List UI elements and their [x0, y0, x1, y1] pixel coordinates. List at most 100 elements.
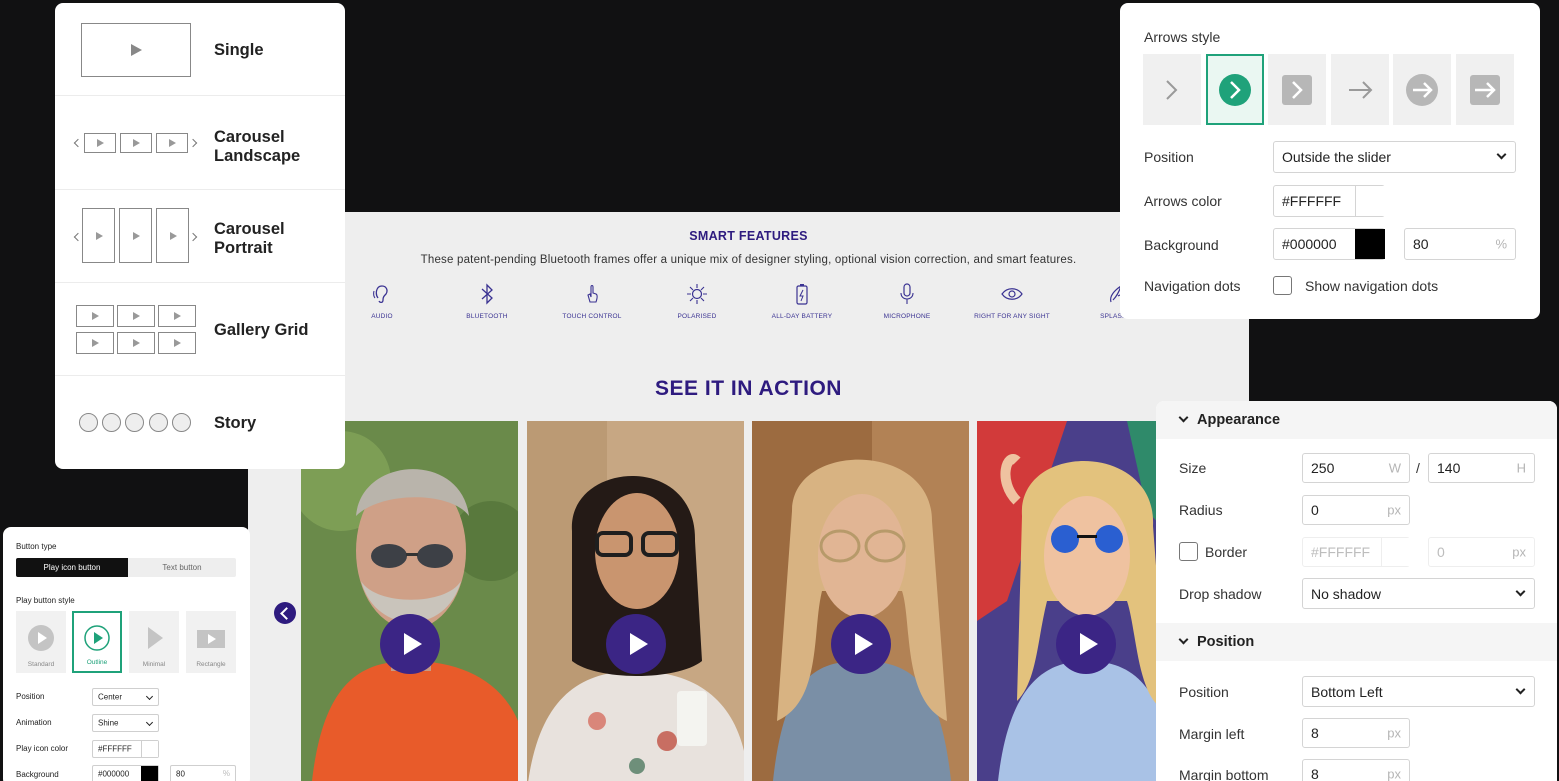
- color-swatch[interactable]: [1355, 186, 1385, 216]
- feature-label: ALL-DAY BATTERY: [771, 313, 833, 320]
- animation-label: Animation: [16, 718, 52, 727]
- drop-shadow-select[interactable]: No shadow: [1302, 578, 1535, 609]
- play-button[interactable]: [830, 614, 891, 674]
- opacity-value: 80: [1413, 236, 1429, 252]
- play-icon-color-label: Play icon color: [16, 744, 69, 753]
- position-select-value: Center: [98, 692, 123, 702]
- style-caption: Rectangle: [196, 661, 226, 668]
- layout-picker-card: Single Carousel Landscape Carousel Portr…: [55, 3, 345, 469]
- show-navigation-dots-checkbox[interactable]: [1273, 276, 1292, 295]
- segment-text-button[interactable]: Text button: [128, 558, 236, 577]
- background-color-field[interactable]: #000000: [1273, 228, 1385, 260]
- man-sunglasses-image: [301, 421, 518, 781]
- feature-bluetooth: BLUETOOTH: [432, 282, 542, 320]
- arrow-style-square-filled[interactable]: [1268, 54, 1326, 125]
- style-outline[interactable]: Outline: [72, 611, 122, 673]
- chevron-down-icon: [1178, 634, 1189, 645]
- arrows-color-field[interactable]: #FFFFFF: [1273, 185, 1385, 217]
- chevron-down-icon: [1515, 684, 1526, 694]
- margin-left-field[interactable]: 8 px: [1302, 718, 1410, 748]
- appearance-settings-card: Appearance Size 250 W / 140 H Radius 0 p…: [1156, 401, 1557, 781]
- bluetooth-icon: [481, 283, 493, 305]
- video-tile-2[interactable]: [527, 421, 744, 781]
- position-label: Position: [16, 692, 45, 701]
- play-rectangle-icon: [197, 630, 225, 648]
- appearance-section-header[interactable]: Appearance: [1156, 401, 1557, 439]
- width-unit: W: [1388, 460, 1401, 476]
- position-select[interactable]: Center: [92, 688, 159, 706]
- chevron-right-icon: [1166, 80, 1178, 100]
- arrow-right-icon: [1349, 81, 1373, 99]
- radius-value: 0: [1311, 502, 1319, 518]
- border-width-field[interactable]: 0 px: [1428, 537, 1535, 567]
- battery-icon: [796, 284, 808, 305]
- feature-battery: ALL-DAY BATTERY: [747, 282, 857, 320]
- background-opacity-field[interactable]: 80 %: [170, 765, 236, 781]
- radius-label: Radius: [1179, 502, 1223, 518]
- style-minimal[interactable]: Minimal: [129, 611, 179, 673]
- size-width-field[interactable]: 250 W: [1302, 453, 1410, 483]
- style-standard[interactable]: Standard: [16, 611, 66, 673]
- segment-play-icon-button[interactable]: Play icon button: [16, 558, 128, 577]
- play-button[interactable]: [379, 614, 440, 674]
- size-height-value: 140: [1437, 460, 1461, 476]
- chevron-down-icon: [1496, 149, 1507, 160]
- background-color-field[interactable]: #000000: [92, 765, 159, 781]
- microphone-icon: [900, 283, 914, 304]
- woman-aviators-image: [752, 421, 969, 781]
- play-button[interactable]: [605, 614, 666, 674]
- color-swatch[interactable]: [141, 766, 158, 781]
- carousel-prev-arrow[interactable]: [274, 602, 296, 624]
- arrow-style-circle-filled[interactable]: [1206, 54, 1264, 125]
- color-swatch[interactable]: [1381, 538, 1410, 566]
- position-select[interactable]: Bottom Left: [1302, 676, 1535, 707]
- background-label: Background: [16, 770, 59, 779]
- animation-select[interactable]: Shine: [92, 714, 159, 732]
- size-height-field[interactable]: 140 H: [1428, 453, 1535, 483]
- style-rectangle[interactable]: Rectangle: [186, 611, 236, 673]
- play-circle-outline-icon: [84, 625, 110, 651]
- play-circle-filled-icon: [28, 625, 54, 651]
- arrow-style-thin-arrow[interactable]: [1331, 54, 1389, 125]
- arrow-style-circle-arrow[interactable]: [1393, 54, 1451, 125]
- style-caption: Standard: [27, 661, 55, 668]
- margin-bottom-field[interactable]: 8 px: [1302, 759, 1410, 781]
- video-tile-1[interactable]: [301, 421, 518, 781]
- position-select-value: Bottom Left: [1311, 683, 1383, 700]
- layout-option-carousel-portrait[interactable]: Carousel Portrait: [55, 190, 345, 283]
- chevron-down-icon: [1515, 586, 1526, 596]
- navigation-dots-label: Navigation dots: [1144, 278, 1241, 294]
- border-color-field[interactable]: #FFFFFF: [1302, 537, 1410, 567]
- border-checkbox[interactable]: [1179, 542, 1198, 561]
- layout-option-carousel-landscape[interactable]: Carousel Landscape: [55, 96, 345, 190]
- layout-label: Carousel Portrait: [214, 220, 285, 257]
- layout-option-single[interactable]: Single: [55, 3, 345, 96]
- position-select[interactable]: Outside the slider: [1273, 141, 1516, 173]
- chevron-down-icon: [145, 718, 154, 727]
- arrow-style-chevron[interactable]: [1143, 54, 1201, 125]
- color-swatch[interactable]: [1355, 229, 1385, 259]
- style-caption: Outline: [86, 659, 108, 666]
- color-swatch[interactable]: [141, 741, 158, 757]
- background-opacity-field[interactable]: 80 %: [1404, 228, 1516, 260]
- arrow-style-square-arrow[interactable]: [1456, 54, 1514, 125]
- layout-option-story[interactable]: Story: [55, 376, 345, 469]
- video-tile-3[interactable]: [752, 421, 969, 781]
- animation-select-value: Shine: [98, 718, 119, 728]
- feature-label: TOUCH CONTROL: [562, 313, 622, 320]
- position-select-value: Outside the slider: [1282, 149, 1391, 165]
- percent-unit: %: [1495, 236, 1507, 252]
- opacity-value: 80: [176, 769, 185, 779]
- square-arrow-icon: [1470, 75, 1500, 105]
- position-section-header[interactable]: Position: [1156, 623, 1557, 661]
- ear-icon: [373, 285, 388, 304]
- play-button-style-label: Play button style: [16, 596, 75, 605]
- play-button-settings-card: Button type Play icon button Text button…: [3, 527, 250, 781]
- layout-option-gallery-grid[interactable]: Gallery Grid: [55, 283, 345, 376]
- sun-icon: [687, 284, 707, 304]
- radius-field[interactable]: 0 px: [1302, 495, 1410, 525]
- size-width-value: 250: [1311, 460, 1335, 476]
- icon-color-value: #FFFFFF: [98, 744, 132, 754]
- play-icon-color-field[interactable]: #FFFFFF: [92, 740, 159, 758]
- play-button[interactable]: [1055, 614, 1116, 674]
